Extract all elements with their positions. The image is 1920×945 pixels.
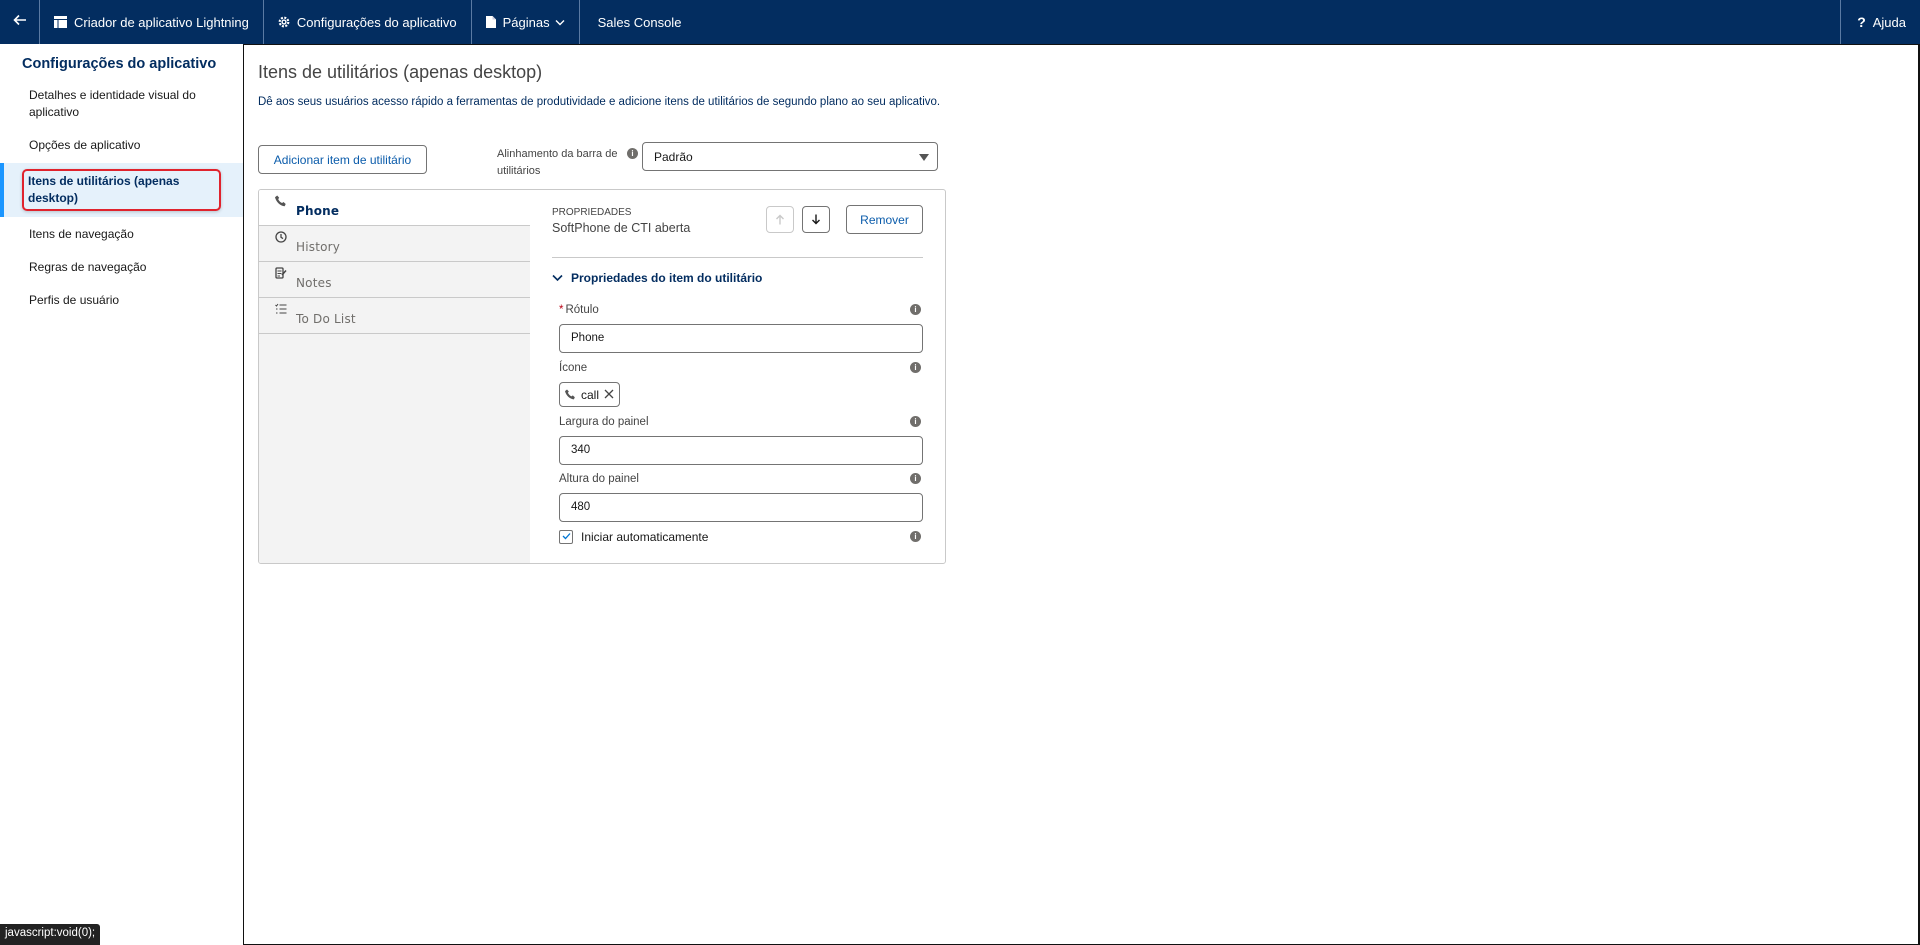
sidebar-item-utility-items-label: Itens de utilitários (apenas desktop) [28, 174, 180, 205]
autostart-label: Iniciar automaticamente [581, 530, 709, 544]
info-icon[interactable]: i [627, 148, 638, 159]
remove-button[interactable]: Remover [846, 205, 923, 234]
properties-panel: PROPRIEDADES SoftPhone de CTI aberta Rem… [530, 190, 945, 563]
panel-height-label: Altura do painel [559, 473, 639, 485]
utility-item-properties-toggle[interactable]: Propriedades do item do utilitário [552, 271, 762, 285]
info-icon[interactable]: i [910, 531, 921, 542]
utility-item-phone[interactable]: Phone [259, 190, 530, 226]
app-builder-link[interactable]: Criador de aplicativo Lightning [40, 0, 264, 44]
move-up-button[interactable] [766, 206, 794, 233]
top-navigation-bar: Criador de aplicativo Lightning Configur… [0, 0, 1920, 44]
utility-item-todo-list[interactable]: To Do List [259, 298, 530, 334]
add-utility-item-button[interactable]: Adicionar item de utilitário [258, 145, 427, 174]
sidebar-item-navigation-items[interactable]: Itens de navegação [0, 219, 243, 250]
utility-item-label: Notes [296, 276, 332, 290]
utility-item-history[interactable]: History [259, 226, 530, 262]
page-description: Dê aos seus usuários acesso rápido a fer… [258, 96, 941, 108]
app-name-label: Sales Console [580, 0, 696, 44]
arrow-up-icon [775, 212, 785, 228]
sidebar-item-navigation-rules[interactable]: Regras de navegação [0, 252, 243, 283]
help-label: Ajuda [1872, 14, 1906, 30]
back-button[interactable] [0, 0, 40, 44]
sidebar-item-app-details[interactable]: Detalhes e identidade visual do aplicati… [0, 80, 243, 128]
utility-item-label: To Do List [296, 312, 356, 326]
autostart-checkbox[interactable] [559, 530, 573, 544]
app-name: Sales Console [597, 14, 682, 30]
notes-icon [275, 267, 287, 279]
icon-pill-label: call [581, 387, 600, 402]
sidebar-item-app-options[interactable]: Opções de aplicativo [0, 130, 243, 161]
pages-label: Páginas [502, 14, 550, 30]
required-marker: * [559, 304, 564, 316]
utility-item-label: Phone [296, 204, 340, 218]
dropdown-caret-icon [919, 154, 929, 161]
info-icon[interactable]: i [910, 362, 921, 373]
highlight-box: Itens de utilitários (apenas desktop) [22, 169, 221, 211]
help-button[interactable]: ? Ajuda [1840, 0, 1920, 44]
icon-pill[interactable]: call [559, 382, 621, 407]
properties-item-name: SoftPhone de CTI aberta [552, 221, 691, 235]
status-bar-url: javascript:void(0); [0, 924, 101, 945]
divider [552, 257, 923, 258]
panel-width-label: Largura do painel [559, 416, 649, 428]
alignment-value: Padrão [654, 150, 693, 164]
app-builder-icon [54, 16, 67, 28]
phone-icon [565, 389, 576, 400]
utility-item-notes[interactable]: Notes [259, 262, 530, 298]
info-icon[interactable]: i [910, 416, 921, 427]
app-builder-label: Criador de aplicativo Lightning [74, 14, 249, 30]
clock-icon [275, 231, 287, 243]
settings-sidebar: Configurações do aplicativo Detalhes e i… [0, 44, 243, 945]
label-field-text: Rótulo [565, 304, 599, 316]
close-icon[interactable] [604, 387, 614, 402]
phone-icon [275, 195, 287, 207]
utility-items-list: Phone History Notes To Do List [259, 190, 530, 563]
arrow-left-icon [12, 13, 27, 32]
move-down-button[interactable] [802, 206, 830, 233]
utility-items-card: Phone History Notes To Do List PROPRIEDA… [258, 189, 946, 564]
panel-width-input[interactable]: 340 [559, 436, 923, 465]
question-icon: ? [1857, 14, 1866, 30]
sidebar-item-utility-items[interactable]: Itens de utilitários (apenas desktop) [0, 163, 243, 217]
section-title: Propriedades do item do utilitário [571, 271, 763, 285]
utility-item-label: History [296, 240, 341, 254]
gear-icon [278, 16, 290, 28]
app-settings-link[interactable]: Configurações do aplicativo [264, 0, 472, 44]
checkmark-icon [562, 532, 571, 543]
sidebar-item-user-profiles[interactable]: Perfis de usuário [0, 285, 243, 316]
app-settings-label: Configurações do aplicativo [296, 14, 457, 30]
label-field-label: * Rótulo [559, 304, 599, 316]
page-icon [485, 16, 496, 28]
sidebar-title: Configurações do aplicativo [22, 56, 217, 72]
arrow-down-icon [811, 212, 821, 228]
alignment-select[interactable]: Padrão [642, 142, 938, 171]
info-icon[interactable]: i [910, 473, 921, 484]
label-input[interactable]: Phone [559, 324, 923, 353]
page-title: Itens de utilitários (apenas desktop) [258, 62, 543, 82]
icon-field-label: Ícone [559, 362, 588, 374]
info-icon[interactable]: i [910, 304, 921, 315]
chevron-down-icon [555, 19, 565, 26]
checklist-icon [275, 303, 287, 315]
alignment-label: Alinhamento da barra de utilitários [497, 148, 618, 177]
properties-header: PROPRIEDADES SoftPhone de CTI aberta [552, 207, 690, 235]
main-content: Itens de utilitários (apenas desktop) Dê… [243, 44, 1920, 945]
properties-caption: PROPRIEDADES [552, 207, 632, 218]
pages-dropdown[interactable]: Páginas [472, 0, 580, 44]
panel-height-input[interactable]: 480 [559, 493, 923, 522]
chevron-down-icon [552, 274, 563, 282]
